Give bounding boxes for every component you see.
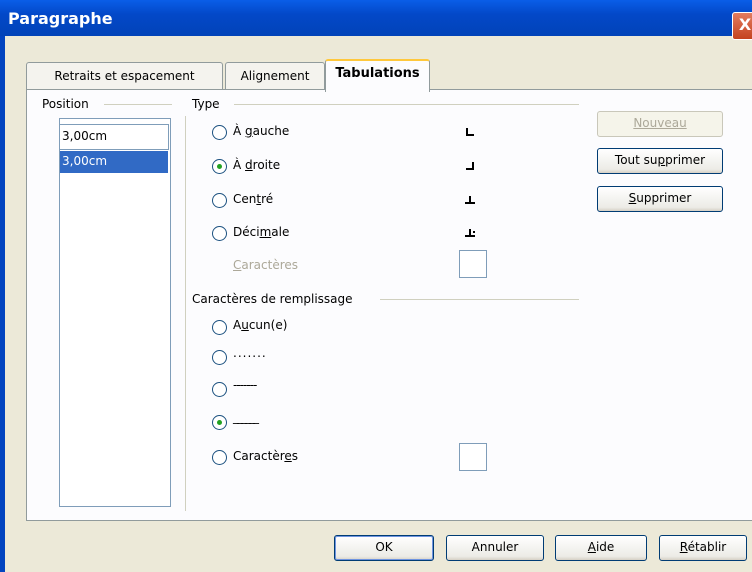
position-list[interactable] (59, 118, 171, 507)
tab-label: Tabulations (335, 66, 420, 81)
radio-dots[interactable] (212, 350, 227, 365)
label-dashes: ------- (233, 378, 257, 392)
fill-separator (380, 299, 579, 300)
title-bar: Paragraphe X (0, 0, 752, 40)
reset-label: Rétablir (679, 540, 727, 554)
label-dots: ....... (233, 346, 267, 360)
radio-a-gauche[interactable] (212, 125, 227, 140)
label-decimale: Décimale (233, 225, 290, 239)
position-separator (104, 104, 172, 105)
radio-a-droite[interactable] (212, 159, 227, 174)
radio-dashes[interactable] (212, 382, 227, 397)
tab-alignement[interactable]: Alignement (225, 62, 325, 90)
new-button-label: Nouveau (633, 116, 687, 130)
tab-retraits[interactable]: Retraits et espacement (26, 62, 223, 90)
position-heading: Position (42, 97, 89, 111)
tab-tabulations[interactable]: Tabulations (325, 59, 430, 92)
left-tab-icon (465, 125, 477, 137)
radio-fill-caracteres[interactable] (212, 450, 227, 465)
type-caracteres-input[interactable] (459, 250, 487, 278)
position-input[interactable]: 3,00cm (59, 124, 169, 150)
radio-decimale[interactable] (212, 226, 227, 241)
vertical-separator (185, 116, 186, 511)
decimal-tab-icon (465, 226, 477, 238)
cancel-label: Annuler (471, 540, 519, 554)
label-underscore: ______ (233, 410, 259, 424)
window-border (0, 36, 5, 572)
close-icon: X (738, 15, 752, 34)
delete-button[interactable]: Supprimer (597, 186, 723, 212)
delete-all-label: Tout supprimer (614, 153, 706, 167)
close-button[interactable]: X (732, 12, 752, 40)
reset-button[interactable]: Rétablir (659, 535, 747, 561)
cancel-button[interactable]: Annuler (446, 535, 544, 561)
ok-button[interactable]: OK (334, 535, 434, 561)
label-centre: Centré (233, 192, 274, 206)
ok-label: OK (375, 540, 393, 554)
window-title: Paragraphe (8, 9, 113, 28)
fill-heading: Caractères de remplissage (192, 292, 353, 306)
radio-underscore[interactable] (212, 415, 227, 430)
type-caracteres-label: Caractères (233, 258, 299, 272)
list-item-label: 3,00cm (62, 154, 108, 168)
tab-label: Retraits et espacement (54, 69, 195, 83)
center-tab-icon (465, 193, 477, 205)
label-aucun: Aucun(e) (233, 318, 288, 332)
label-a-droite: À droite (233, 158, 281, 172)
help-label: Aide (587, 540, 615, 554)
type-heading: Type (192, 97, 220, 111)
fill-caracteres-input[interactable] (459, 443, 487, 471)
position-input-value: 3,00cm (62, 129, 108, 143)
new-button[interactable]: Nouveau (597, 111, 723, 137)
label-fill-caracteres: Caractères (233, 449, 299, 463)
right-tab-icon (465, 159, 477, 171)
tab-label: Alignement (240, 69, 310, 83)
type-separator (234, 104, 579, 105)
list-item[interactable]: 3,00cm (60, 151, 168, 173)
radio-centre[interactable] (212, 193, 227, 208)
radio-aucun[interactable] (212, 320, 227, 335)
label-a-gauche: À gauche (233, 124, 290, 138)
delete-all-button[interactable]: Tout supprimer (597, 148, 723, 174)
delete-label: Supprimer (628, 191, 692, 205)
help-button[interactable]: Aide (555, 535, 647, 561)
